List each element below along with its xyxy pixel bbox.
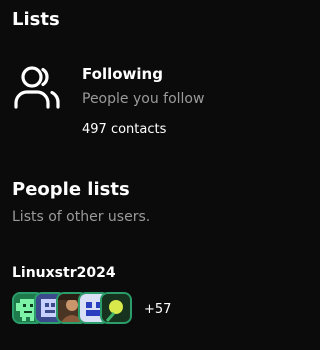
following-count: 497 contacts [82,122,167,137]
people-lists-subtitle: Lists of other users. [12,209,151,225]
people-lists-title: People lists [12,179,130,200]
people-list-name: Linuxstr2024 [12,265,116,281]
following-description: People you follow [82,91,205,107]
following-list-card[interactable]: Following People you follow 497 contacts [12,60,252,150]
people-icon [12,63,62,113]
people-list-card[interactable]: Linuxstr2024 +57 [12,262,252,330]
ball-avatar-icon [100,292,132,324]
following-title: Following [82,65,163,83]
more-members-count: +57 [144,302,172,317]
page-title: Lists [12,9,60,30]
